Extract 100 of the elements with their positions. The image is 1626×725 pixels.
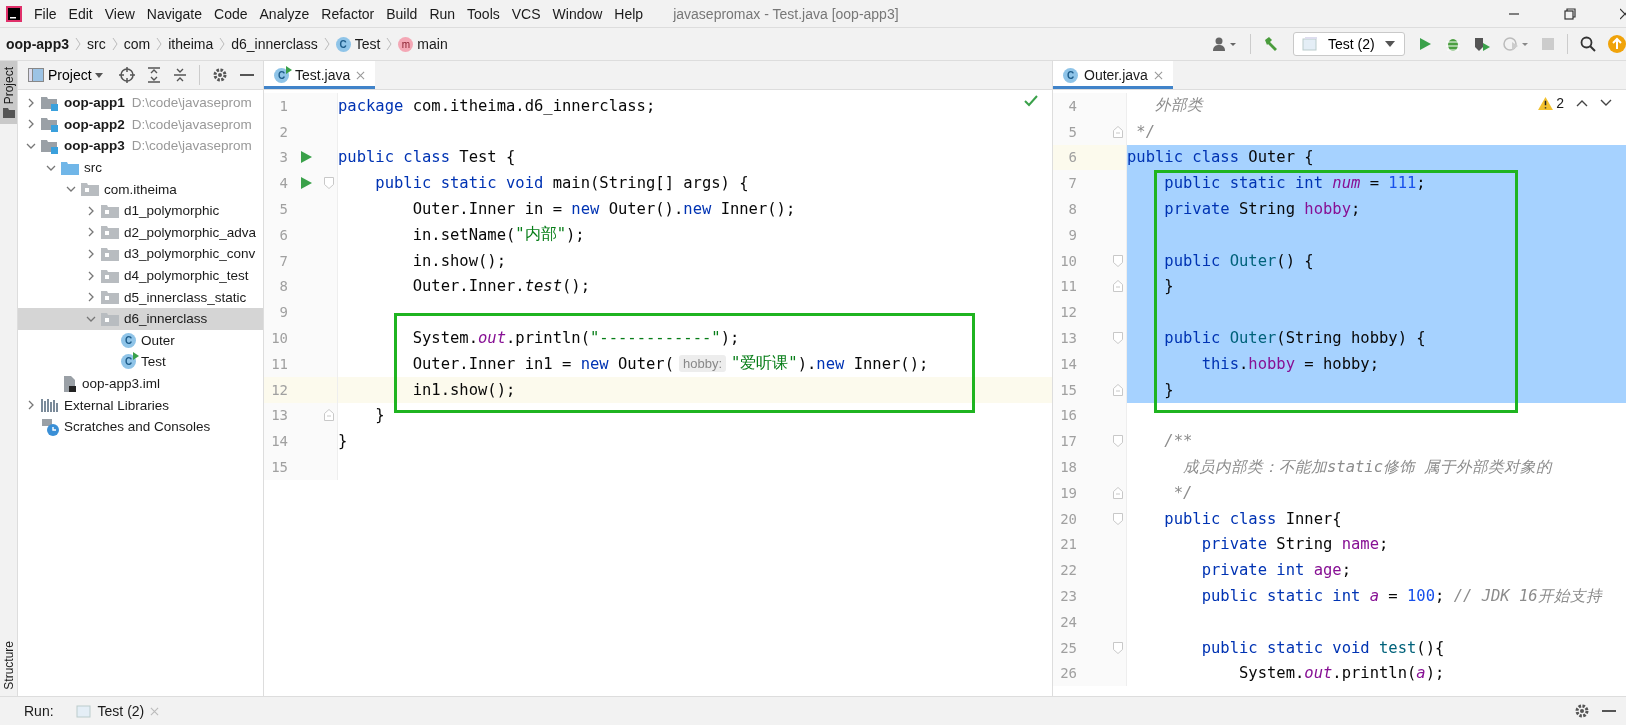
tree-item[interactable]: d4_polymorphic_test xyxy=(18,264,263,287)
run-icon[interactable] xyxy=(1417,36,1433,52)
tree-item[interactable]: d5_innerclass_static xyxy=(18,286,263,308)
tree-item[interactable]: oop-app2 D:\code\javaseprom xyxy=(18,113,263,136)
tree-item[interactable]: oop-app3 D:\code\javaseprom xyxy=(18,135,263,157)
code-token: = xyxy=(1387,587,1399,606)
menu-item[interactable]: View xyxy=(104,5,135,22)
menu-item[interactable]: Navigate xyxy=(146,5,203,22)
code-token: Outer xyxy=(1229,329,1277,348)
close-icon[interactable] xyxy=(1620,7,1626,20)
tree-item[interactable]: Scratches and Consoles xyxy=(18,415,263,438)
coverage-icon[interactable] xyxy=(1473,36,1491,52)
code-token: new xyxy=(816,354,845,373)
settings-icon[interactable] xyxy=(1574,703,1590,719)
restore-icon[interactable] xyxy=(1564,7,1576,20)
tree-item[interactable]: com.itheima xyxy=(18,178,263,200)
fold-icon[interactable] xyxy=(1113,332,1123,345)
fold-icon[interactable] xyxy=(1113,486,1123,499)
breadcrumb-item[interactable]: main xyxy=(417,36,448,52)
run-tab[interactable]: Test (2) xyxy=(75,703,160,719)
fold-icon[interactable] xyxy=(1113,125,1123,138)
breadcrumb-item[interactable]: oop-app3 xyxy=(6,36,69,52)
menu-item[interactable]: Help xyxy=(614,5,644,22)
menu-item[interactable]: Analyze xyxy=(259,5,310,22)
run-icon[interactable] xyxy=(300,177,312,190)
fold-icon[interactable] xyxy=(1113,280,1123,293)
code-token: = hobby; xyxy=(1303,354,1379,373)
tree-item[interactable]: oop-app3.iml xyxy=(18,372,263,395)
code-token: 111 xyxy=(1388,174,1417,193)
line-number: 14 xyxy=(270,433,288,450)
fold-icon[interactable] xyxy=(1113,512,1123,525)
editor-tab[interactable]: C Outer.java xyxy=(1053,61,1173,89)
side-tab[interactable]: Project xyxy=(0,61,17,125)
menu-item[interactable]: Run xyxy=(429,5,456,22)
fold-icon[interactable] xyxy=(1113,383,1123,396)
tree-label: d3_polymorphic_conv xyxy=(124,246,256,262)
menu-item[interactable]: Tools xyxy=(467,5,500,22)
minimize-icon[interactable] xyxy=(239,73,254,77)
hammer-icon[interactable] xyxy=(1263,36,1279,52)
tree-item[interactable]: C Outer xyxy=(18,329,263,352)
check-icon[interactable] xyxy=(1024,95,1038,107)
run-icon[interactable] xyxy=(300,151,312,164)
fold-icon[interactable] xyxy=(324,409,334,422)
tree-item[interactable]: d2_polymorphic_adva xyxy=(18,221,263,244)
menu-item[interactable]: Refactor xyxy=(321,5,375,22)
fold-icon[interactable] xyxy=(324,177,334,190)
expand-all-icon[interactable] xyxy=(146,67,161,83)
search-icon[interactable] xyxy=(1580,36,1596,52)
breadcrumb-item[interactable]: src xyxy=(87,36,106,52)
breadcrumb-item[interactable]: Test xyxy=(354,36,381,52)
menu-item[interactable]: File xyxy=(34,5,57,22)
caret-icon xyxy=(1384,41,1395,47)
tree-item[interactable]: C Test xyxy=(18,351,263,373)
tree-item[interactable]: oop-app1 D:\code\javaseprom xyxy=(18,92,263,114)
bug-icon[interactable] xyxy=(1445,36,1461,52)
menu-item[interactable]: Build xyxy=(386,5,418,22)
side-tab[interactable]: Structure xyxy=(0,635,17,696)
update-icon[interactable] xyxy=(1608,35,1626,53)
line-number: 22 xyxy=(1059,562,1077,579)
code-token: } xyxy=(1163,277,1174,296)
code-token: */ xyxy=(1135,122,1155,141)
code-token: String xyxy=(1275,535,1334,554)
menu-item[interactable]: Window xyxy=(552,5,603,22)
breadcrumb-item[interactable]: d6_innerclass xyxy=(231,36,318,52)
menu-item[interactable]: Code xyxy=(214,5,248,22)
menu-item[interactable]: VCS xyxy=(511,5,541,22)
fold-icon[interactable] xyxy=(1113,435,1123,448)
user-icon[interactable] xyxy=(1212,36,1238,52)
package-icon xyxy=(101,203,119,218)
breadcrumb-item[interactable]: com xyxy=(123,36,151,52)
code-token: /** xyxy=(1163,432,1193,451)
line-number: 24 xyxy=(1059,613,1077,630)
tree-item[interactable]: d1_polymorphic xyxy=(18,199,263,222)
code-token: "内部" xyxy=(515,224,566,246)
collapse-all-icon[interactable] xyxy=(172,67,187,83)
breadcrumb-item[interactable]: itheima xyxy=(168,36,214,52)
code-token: new xyxy=(580,354,609,373)
locate-icon[interactable] xyxy=(118,67,135,83)
fold-icon[interactable] xyxy=(1113,641,1123,654)
run-config-dropdown[interactable]: Test (2) xyxy=(1293,32,1405,56)
tree-item[interactable]: d3_polymorphic_conv xyxy=(18,243,263,265)
code-token: Inner(); xyxy=(719,200,796,219)
library-icon xyxy=(41,397,59,414)
tree-item[interactable]: d6_innerclass xyxy=(18,307,263,330)
menu-item[interactable]: Edit xyxy=(68,5,93,22)
fold-icon[interactable] xyxy=(1113,254,1123,267)
editor-tab[interactable]: C Test.java xyxy=(264,61,376,89)
settings-icon[interactable] xyxy=(211,67,228,83)
project-view-dropdown[interactable]: Project xyxy=(44,67,107,83)
profiler-icon[interactable] xyxy=(1503,36,1529,52)
run-badge-icon xyxy=(286,65,292,74)
code-token: new xyxy=(571,200,600,219)
code-token: public static void xyxy=(1200,638,1371,657)
minimize-icon[interactable] xyxy=(1602,709,1616,713)
code-token: () { xyxy=(1276,251,1314,270)
tree-item[interactable]: src xyxy=(18,156,263,179)
code-token: Inner(); xyxy=(852,354,929,373)
tree-item[interactable]: External Libraries xyxy=(18,394,263,416)
tree-label: src xyxy=(84,160,102,176)
line-number: 17 xyxy=(1059,433,1077,450)
